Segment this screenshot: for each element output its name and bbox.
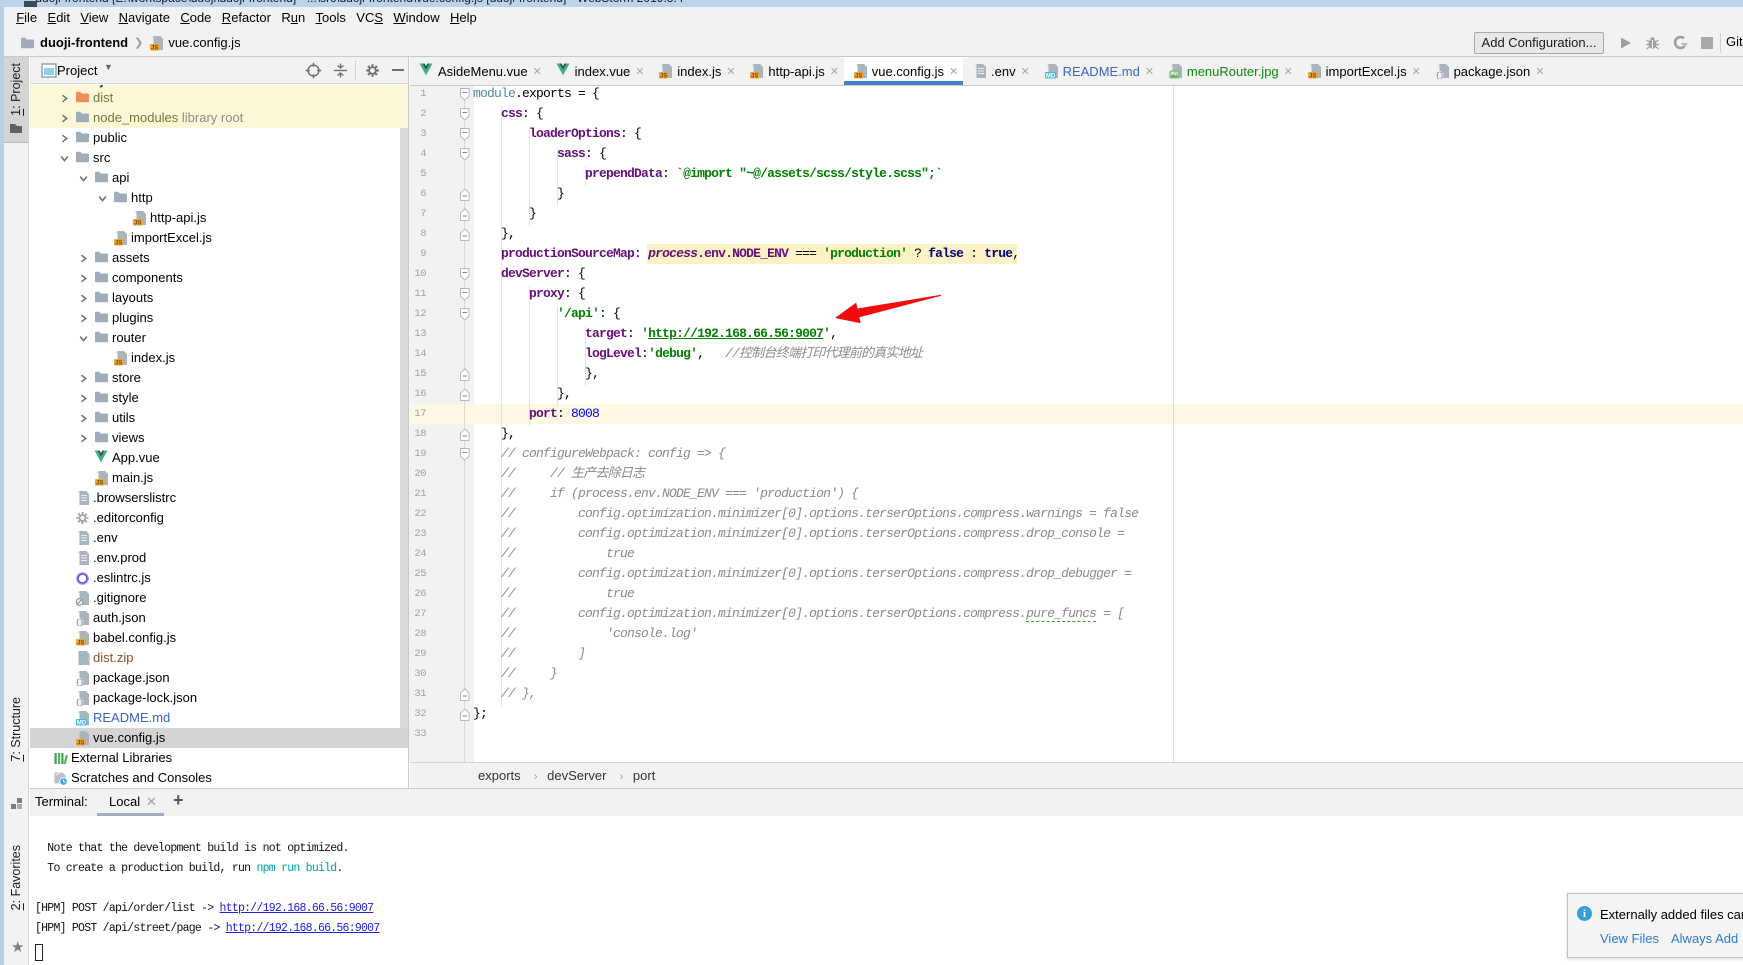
svg-text:JS: JS [77,641,84,646]
svg-text:JS: JS [115,241,122,246]
svg-text:JS: JS [151,45,158,50]
svg-text:JS: JS [77,741,84,746]
svg-text:JS: JS [660,74,667,79]
svg-text:{}: {} [76,620,84,626]
svg-text:JS: JS [751,74,758,79]
svg-text:{}: {} [76,700,84,706]
svg-text:MD: MD [77,721,87,726]
svg-text:JS: JS [115,361,122,366]
svg-text:JS: JS [855,74,862,79]
svg-text:MD: MD [1045,74,1055,79]
svg-text:{}: {} [76,680,84,686]
svg-text:{}: {} [1435,73,1443,79]
svg-text:JS: JS [1309,74,1316,79]
svg-text:JS: JS [134,221,141,226]
svg-text:JS: JS [96,481,103,486]
